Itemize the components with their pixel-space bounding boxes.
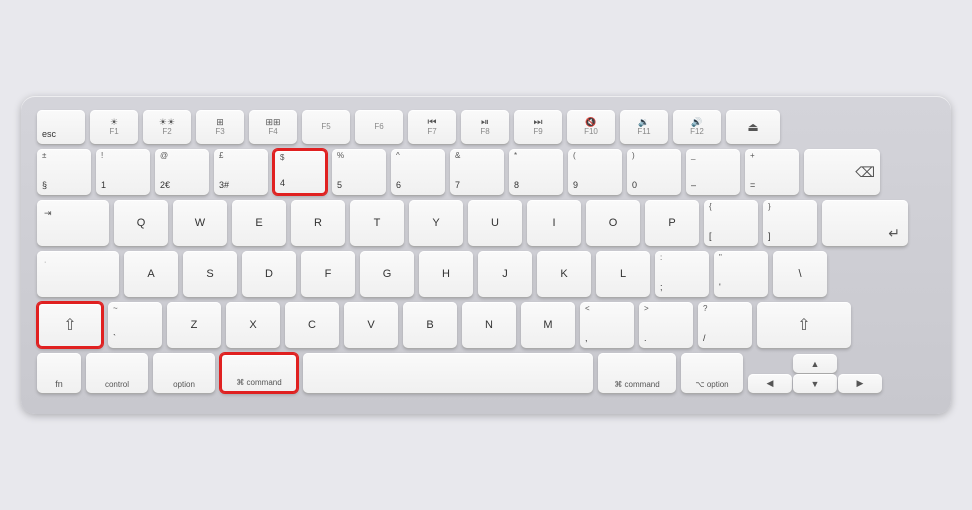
key-r[interactable]: R: [291, 200, 345, 246]
key-f8[interactable]: ⏯ F8: [461, 110, 509, 144]
key-bracket-left[interactable]: { [: [704, 200, 758, 246]
key-i[interactable]: I: [527, 200, 581, 246]
key-d[interactable]: D: [242, 251, 296, 297]
key-y[interactable]: Y: [409, 200, 463, 246]
key-semicolon[interactable]: : ;: [655, 251, 709, 297]
key-f1[interactable]: ☀ F1: [90, 110, 138, 144]
key-h[interactable]: H: [419, 251, 473, 297]
key-fn[interactable]: fn: [37, 353, 81, 393]
key-m[interactable]: M: [521, 302, 575, 348]
key-5[interactable]: % 5: [332, 149, 386, 195]
key-option-right[interactable]: ⌥ option: [681, 353, 743, 393]
key-z[interactable]: Z: [167, 302, 221, 348]
key-section[interactable]: ± §: [37, 149, 91, 195]
keyboard: esc ☀ F1 ☀☀ F2 ⊞ F3 ⊞⊞ F4 F5 F6 ⏮ F7 ⏯: [21, 96, 951, 414]
key-arrow-up[interactable]: ▲: [793, 354, 837, 373]
key-f10[interactable]: 🔇 F10: [567, 110, 615, 144]
key-f11[interactable]: 🔉 F11: [620, 110, 668, 144]
key-caps-lock[interactable]: ·: [37, 251, 119, 297]
key-f4[interactable]: ⊞⊞ F4: [249, 110, 297, 144]
key-0[interactable]: ) 0: [627, 149, 681, 195]
key-f12[interactable]: 🔊 F12: [673, 110, 721, 144]
key-4[interactable]: $ 4: [273, 149, 327, 195]
key-b[interactable]: B: [403, 302, 457, 348]
key-esc[interactable]: esc: [37, 110, 85, 144]
key-equals[interactable]: + =: [745, 149, 799, 195]
key-f9[interactable]: ⏭ F9: [514, 110, 562, 144]
key-minus[interactable]: _ –: [686, 149, 740, 195]
key-backslash[interactable]: \: [773, 251, 827, 297]
fn-row: esc ☀ F1 ☀☀ F2 ⊞ F3 ⊞⊞ F4 F5 F6 ⏮ F7 ⏯: [37, 110, 935, 144]
key-command-right[interactable]: ⌘ command: [598, 353, 676, 393]
key-shift-left[interactable]: ⇧: [37, 302, 103, 348]
qwerty-row: ⇥ Q W E R T Y U I O P: [37, 200, 935, 246]
key-9[interactable]: ( 9: [568, 149, 622, 195]
key-g[interactable]: G: [360, 251, 414, 297]
key-o[interactable]: O: [586, 200, 640, 246]
key-w[interactable]: W: [173, 200, 227, 246]
key-backspace[interactable]: ⌫: [804, 149, 880, 195]
key-v[interactable]: V: [344, 302, 398, 348]
key-f5[interactable]: F5: [302, 110, 350, 144]
key-6[interactable]: ^ 6: [391, 149, 445, 195]
key-x[interactable]: X: [226, 302, 280, 348]
key-arrow-left[interactable]: ◀: [748, 374, 792, 393]
key-f7[interactable]: ⏮ F7: [408, 110, 456, 144]
key-option-left[interactable]: option: [153, 353, 215, 393]
key-u[interactable]: U: [468, 200, 522, 246]
key-2[interactable]: @ 2€: [155, 149, 209, 195]
key-command-left[interactable]: ⌘ command: [220, 353, 298, 393]
bottom-row: fn control option ⌘ command ⌘ command ⌥ …: [37, 353, 935, 393]
key-period[interactable]: > .: [639, 302, 693, 348]
key-f3[interactable]: ⊞ F3: [196, 110, 244, 144]
key-comma[interactable]: < ,: [580, 302, 634, 348]
key-s[interactable]: S: [183, 251, 237, 297]
key-q[interactable]: Q: [114, 200, 168, 246]
key-t[interactable]: T: [350, 200, 404, 246]
key-space[interactable]: [303, 353, 593, 393]
zxcv-row: ⇧ ~ ` Z X C V B N M < , >: [37, 302, 935, 348]
key-1[interactable]: ! 1: [96, 149, 150, 195]
key-7[interactable]: & 7: [450, 149, 504, 195]
key-enter[interactable]: ↵: [822, 200, 908, 246]
key-f6[interactable]: F6: [355, 110, 403, 144]
key-bracket-right[interactable]: } ]: [763, 200, 817, 246]
key-8[interactable]: * 8: [509, 149, 563, 195]
key-eject[interactable]: ⏏: [726, 110, 780, 144]
key-l[interactable]: L: [596, 251, 650, 297]
key-e[interactable]: E: [232, 200, 286, 246]
key-k[interactable]: K: [537, 251, 591, 297]
key-backtick[interactable]: ~ `: [108, 302, 162, 348]
key-f[interactable]: F: [301, 251, 355, 297]
key-c[interactable]: C: [285, 302, 339, 348]
key-f2[interactable]: ☀☀ F2: [143, 110, 191, 144]
arrow-keys: ▲ ◀ ▼ ▶: [748, 354, 882, 393]
key-quote[interactable]: " ': [714, 251, 768, 297]
key-slash[interactable]: ? /: [698, 302, 752, 348]
key-3[interactable]: £ 3#: [214, 149, 268, 195]
key-j[interactable]: J: [478, 251, 532, 297]
key-arrow-right[interactable]: ▶: [838, 374, 882, 393]
asdf-row: · A S D F G H J K L : ;: [37, 251, 935, 297]
key-shift-right[interactable]: ⇧: [757, 302, 851, 348]
key-control[interactable]: control: [86, 353, 148, 393]
key-p[interactable]: P: [645, 200, 699, 246]
key-arrow-down[interactable]: ▼: [793, 374, 837, 393]
number-row: ± § ! 1 @ 2€ £ 3# $ 4 % 5 ^ 6 & 7: [37, 149, 935, 195]
key-n[interactable]: N: [462, 302, 516, 348]
key-a[interactable]: A: [124, 251, 178, 297]
key-tab[interactable]: ⇥: [37, 200, 109, 246]
